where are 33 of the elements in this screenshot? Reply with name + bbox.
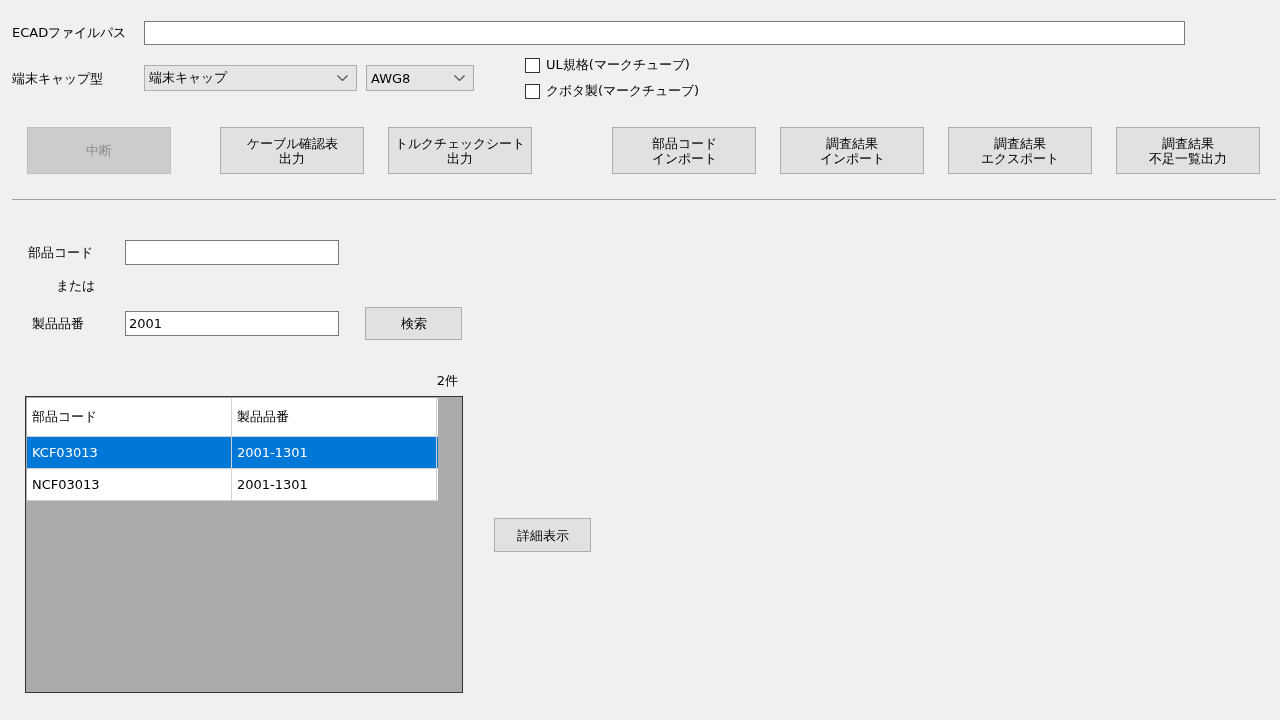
action-button[interactable]: 調査結果 インポート bbox=[780, 127, 924, 174]
part-code-field[interactable] bbox=[125, 240, 339, 265]
table-row[interactable]: NCF03013 2001-1301 bbox=[27, 469, 438, 501]
table-cell: NCF03013 bbox=[27, 469, 232, 500]
field-label: 端末キャップ型 bbox=[12, 70, 104, 88]
field-label: 部品コード bbox=[28, 243, 94, 262]
checkbox[interactable] bbox=[525, 83, 540, 99]
action-button[interactable]: 部品コード インポート bbox=[612, 127, 756, 174]
table-cell: 2001-1301 bbox=[232, 437, 437, 468]
search-button[interactable]: 検索 bbox=[365, 307, 462, 340]
column-header[interactable]: 部品コード bbox=[27, 398, 232, 436]
field-label: 製品品番 bbox=[32, 314, 85, 333]
caret-icon bbox=[454, 75, 465, 81]
action-button[interactable]: 調査結果 不足一覧出力 bbox=[1116, 127, 1260, 174]
action-button[interactable]: ケーブル確認表 出力 bbox=[220, 127, 364, 174]
detail-button[interactable]: 詳細表示 bbox=[494, 518, 591, 552]
or-text: または bbox=[56, 277, 96, 295]
column-header[interactable]: 製品品番 bbox=[232, 398, 437, 436]
file-path-field[interactable] bbox=[144, 21, 1185, 45]
table-row[interactable]: KCF03013 2001-1301 bbox=[27, 437, 438, 469]
table-cell: KCF03013 bbox=[27, 437, 232, 468]
checkbox-label: クボタ製(マークチューブ) bbox=[546, 82, 700, 100]
dropdown[interactable]: AWG8 bbox=[366, 65, 474, 91]
result-count: 2件 bbox=[435, 372, 458, 390]
caret-icon bbox=[337, 75, 348, 81]
checkbox[interactable] bbox=[525, 57, 540, 73]
product-number-field[interactable]: 2001 bbox=[125, 311, 339, 336]
dropdown[interactable]: 端末キャップ bbox=[144, 65, 357, 91]
action-button[interactable]: 調査結果 エクスポート bbox=[948, 127, 1092, 174]
checkbox-label: UL規格(マークチューブ) bbox=[546, 56, 690, 74]
table-cell: 2001-1301 bbox=[232, 469, 437, 500]
field-label: ECADファイルパス bbox=[12, 24, 128, 42]
action-button[interactable]: トルクチェックシート 出力 bbox=[388, 127, 532, 174]
